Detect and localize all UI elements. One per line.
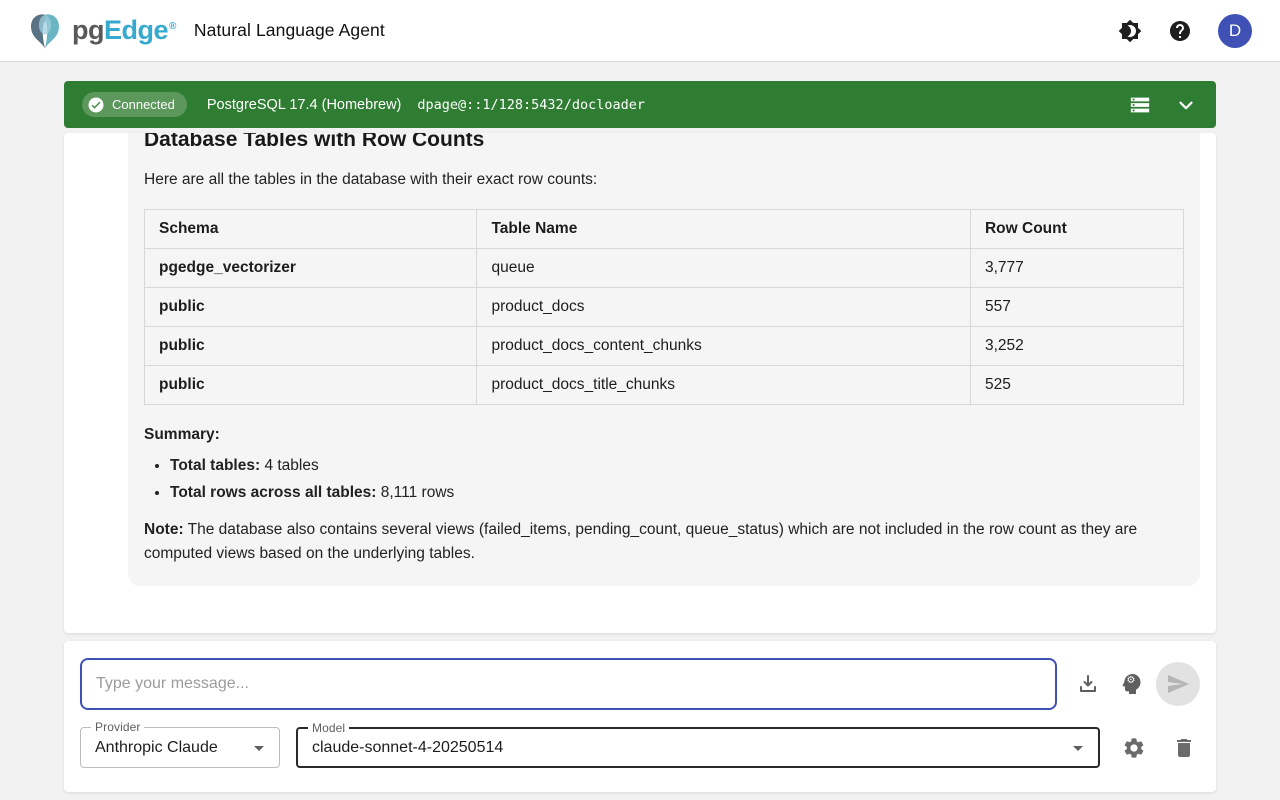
send-icon (1166, 672, 1190, 696)
summary-bullet: Total rows across all tables: 8,111 rows (170, 484, 1184, 502)
note-paragraph: Note: The database also contains several… (144, 518, 1184, 566)
pgedge-logo: pgEdge® (24, 10, 176, 52)
schema-cell: public (145, 288, 477, 327)
table-name-cell: queue (477, 249, 971, 288)
dropdown-arrow-icon (247, 736, 271, 760)
assistant-message: Database Tables with Row Counts Here are… (128, 133, 1200, 586)
status-badge: Connected (82, 92, 187, 117)
row-count-cell: 557 (970, 288, 1183, 327)
schema-cell: public (145, 366, 477, 405)
pgedge-logo-icon (24, 10, 66, 52)
table-row: publicproduct_docs_title_chunks525 (145, 366, 1184, 405)
download-icon[interactable] (1076, 672, 1100, 696)
model-select[interactable]: Model claude-sonnet-4-20250514 (296, 727, 1100, 768)
connection-string: dpage@::1/128:5432/docloader (417, 97, 645, 113)
settings-gear-icon[interactable] (1122, 736, 1146, 760)
message-intro: Here are all the tables in the database … (144, 171, 1184, 189)
provider-select[interactable]: Provider Anthropic Claude (80, 727, 280, 768)
summary-bullet: Total tables: 4 tables (170, 457, 1184, 475)
status-badge-label: Connected (112, 97, 175, 112)
column-header: Row Count (970, 210, 1183, 249)
summary-list: Total tables: 4 tables Total rows across … (170, 457, 1184, 502)
db-tables-table: SchemaTable NameRow Count pgedge_vectori… (144, 209, 1184, 405)
connection-bar: Connected PostgreSQL 17.4 (Homebrew) dpa… (64, 81, 1216, 128)
table-name-cell: product_docs_content_chunks (477, 327, 971, 366)
avatar[interactable]: D (1218, 14, 1252, 48)
composer-panel: ⚙ Provider Anthropic Claude Model claude… (64, 641, 1216, 792)
brand-pg: pg (72, 15, 104, 46)
row-count-cell: 3,777 (970, 249, 1183, 288)
table-header-row: SchemaTable NameRow Count (145, 210, 1184, 249)
model-select-label: Model (308, 721, 349, 735)
column-header: Table Name (477, 210, 971, 249)
model-select-value: claude-sonnet-4-20250514 (312, 739, 1066, 757)
check-circle-icon (87, 96, 105, 114)
message-input[interactable] (80, 658, 1057, 710)
summary-label: Summary: (144, 426, 1184, 444)
storage-icon[interactable] (1128, 93, 1152, 117)
schema-cell: public (145, 327, 477, 366)
table-name-cell: product_docs (477, 288, 971, 327)
schema-cell: pgedge_vectorizer (145, 249, 477, 288)
table-name-cell: product_docs_title_chunks (477, 366, 971, 405)
table-row: pgedge_vectorizerqueue3,777 (145, 249, 1184, 288)
psychology-gear-glyph: ⚙ (1126, 675, 1135, 686)
dropdown-arrow-icon (1066, 736, 1090, 760)
provider-select-label: Provider (91, 720, 144, 734)
psychology-icon[interactable]: ⚙ (1119, 672, 1143, 696)
chevron-down-icon[interactable] (1174, 93, 1198, 117)
table-row: publicproduct_docs_content_chunks3,252 (145, 327, 1184, 366)
page-title: Natural Language Agent (194, 20, 385, 41)
brand-registered-mark: ® (169, 21, 176, 32)
server-version-label: PostgreSQL 17.4 (Homebrew) (207, 97, 402, 113)
note-label: Note: (144, 521, 184, 538)
brand-edge: Edge (104, 15, 168, 46)
send-button[interactable] (1156, 662, 1200, 706)
note-text: The database also contains several views… (144, 521, 1137, 562)
column-header: Schema (145, 210, 477, 249)
chat-panel[interactable]: Database Tables with Row Counts Here are… (64, 133, 1216, 633)
message-heading: Database Tables with Row Counts (144, 133, 1184, 152)
app-header: pgEdge® Natural Language Agent D (0, 0, 1280, 62)
provider-select-value: Anthropic Claude (95, 739, 247, 757)
row-count-cell: 525 (970, 366, 1183, 405)
brand-text: pgEdge® (72, 15, 176, 46)
row-count-cell: 3,252 (970, 327, 1183, 366)
trash-icon[interactable] (1172, 736, 1196, 760)
dark-mode-toggle-icon[interactable] (1118, 19, 1142, 43)
help-icon[interactable] (1168, 19, 1192, 43)
table-row: publicproduct_docs557 (145, 288, 1184, 327)
